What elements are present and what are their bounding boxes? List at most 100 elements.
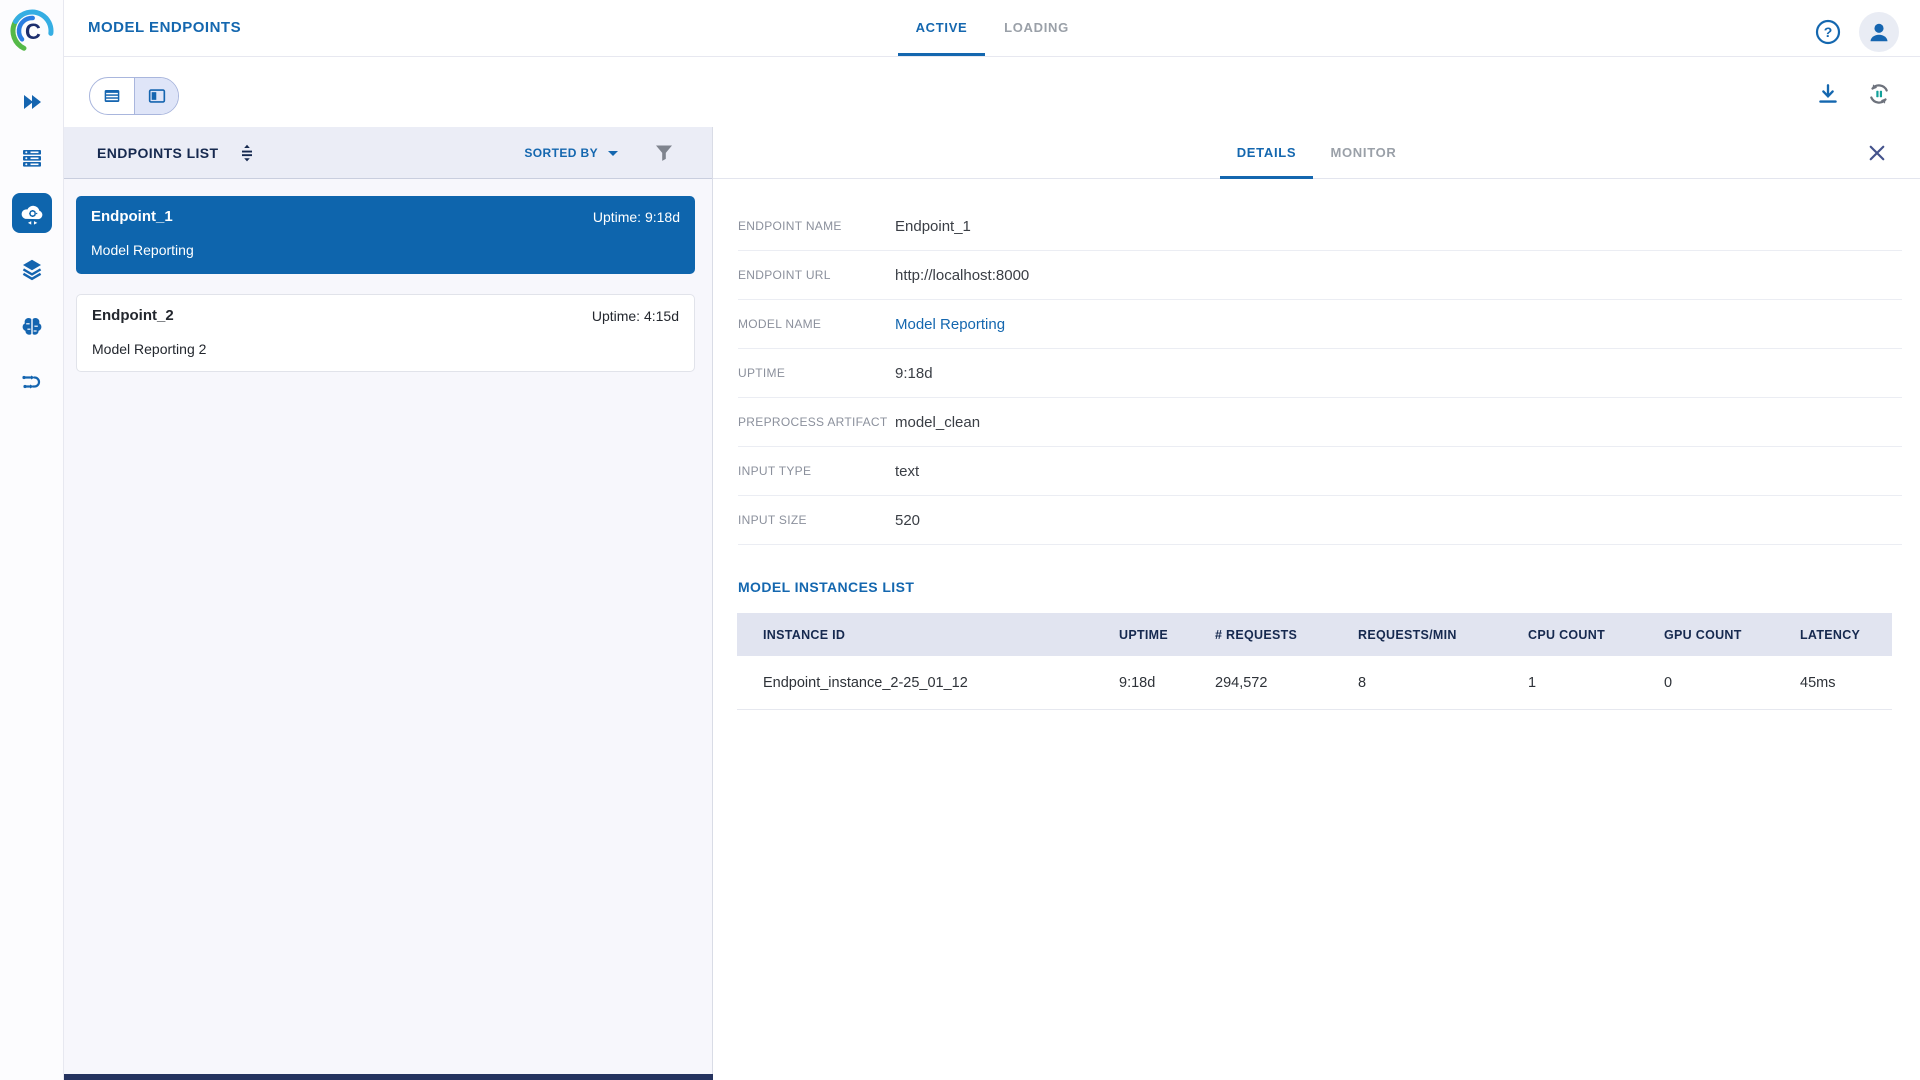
tab-details-label: DETAILS: [1237, 145, 1297, 160]
endpoint-card-2[interactable]: Endpoint_2 Uptime: 4:15d Model Reporting…: [76, 294, 695, 372]
col-instance-id: INSTANCE ID: [737, 628, 1119, 642]
download-icon: [1814, 80, 1842, 108]
endpoint-uptime: Uptime: 9:18d: [593, 207, 680, 227]
tab-active-label: ACTIVE: [916, 20, 968, 35]
cell-cpu-count: 1: [1528, 675, 1664, 691]
sidebar-item-layers[interactable]: [12, 249, 52, 289]
field-value: 9:18d: [895, 365, 933, 382]
cloud-gear-endpoints-icon: [19, 200, 46, 227]
fast-forward-icon: [20, 90, 44, 114]
col-requests: # REQUESTS: [1215, 628, 1358, 642]
sidebar-item-endpoints[interactable]: [12, 193, 52, 233]
cnvrg-logo-icon: C: [9, 8, 55, 54]
sidebar-item-flows[interactable]: [12, 362, 52, 402]
cell-gpu-count: 0: [1664, 675, 1800, 691]
tab-monitor[interactable]: MONITOR: [1317, 127, 1410, 179]
model-name-link[interactable]: Model Reporting: [895, 316, 1005, 333]
user-avatar-icon: [1866, 19, 1892, 45]
split-view-button[interactable]: [134, 78, 178, 114]
chevron-down-icon: [608, 151, 618, 156]
tab-loading[interactable]: LOADING: [993, 0, 1080, 56]
auto-refresh-pause-icon: [1865, 80, 1893, 108]
sidebar-item-models[interactable]: [12, 306, 52, 346]
field-value: model_clean: [895, 414, 980, 431]
field-label: ENDPOINT NAME: [738, 219, 895, 233]
svg-text:C: C: [25, 19, 41, 44]
tab-details[interactable]: DETAILS: [1220, 127, 1313, 179]
col-uptime: UPTIME: [1119, 628, 1215, 642]
download-button[interactable]: [1814, 80, 1842, 108]
sort-icon: [235, 141, 259, 165]
page-title: MODEL ENDPOINTS: [88, 0, 241, 56]
svg-text:?: ?: [1824, 24, 1833, 40]
left-icon-rail: C: [0, 0, 64, 1080]
user-menu-button[interactable]: [1859, 12, 1899, 52]
filter-funnel-icon: [652, 141, 676, 165]
tab-monitor-label: MONITOR: [1330, 145, 1396, 160]
brain-icon: [20, 314, 44, 338]
field-value: 520: [895, 512, 920, 529]
endpoint-card-1[interactable]: Endpoint_1 Uptime: 9:18d Model Reporting: [76, 196, 695, 274]
sorted-by-label: SORTED BY: [524, 146, 598, 160]
field-value: Endpoint_1: [895, 218, 971, 235]
auto-refresh-button[interactable]: [1865, 80, 1893, 108]
tab-details-underline: [1220, 176, 1313, 179]
field-model-name: MODEL NAME Model Reporting: [738, 300, 1902, 349]
endpoints-list-title: ENDPOINTS LIST: [97, 145, 219, 161]
model-endpoints-screen: C: [0, 0, 1920, 1080]
col-latency: LATENCY: [1800, 628, 1892, 642]
cnvrg-logo[interactable]: C: [9, 8, 55, 54]
cell-instance-id: Endpoint_instance_2-25_01_12: [737, 675, 1119, 691]
help-button[interactable]: ?: [1812, 16, 1844, 48]
field-label: MODEL NAME: [738, 317, 895, 331]
details-fields: ENDPOINT NAME Endpoint_1 ENDPOINT URL ht…: [713, 202, 1920, 545]
details-tab-bar: DETAILS MONITOR: [713, 127, 1920, 179]
endpoints-list-panel: ENDPOINTS LIST SORTED BY: [64, 127, 713, 1080]
list-panel-scrollbar[interactable]: [0, 1074, 713, 1080]
view-toggle: [89, 77, 179, 115]
cell-latency: 45ms: [1800, 675, 1892, 691]
sidebar-item-datasets[interactable]: [12, 138, 52, 178]
tab-active-underline: [898, 53, 985, 56]
flow-pipeline-icon: [20, 370, 44, 394]
tab-loading-label: LOADING: [1004, 20, 1069, 35]
close-icon: [1864, 140, 1890, 166]
field-label: INPUT SIZE: [738, 513, 895, 527]
field-label: ENDPOINT URL: [738, 268, 895, 282]
field-endpoint-name: ENDPOINT NAME Endpoint_1: [738, 202, 1902, 251]
model-instances-heading: MODEL INSTANCES LIST: [738, 575, 914, 599]
toolbar: [64, 57, 1920, 127]
sidebar-item-quickstart[interactable]: [12, 82, 52, 122]
field-endpoint-url: ENDPOINT URL http://localhost:8000: [738, 251, 1902, 300]
col-cpu-count: CPU COUNT: [1528, 628, 1664, 642]
tab-active[interactable]: ACTIVE: [898, 0, 985, 56]
details-panel: DETAILS MONITOR ENDPOINT NAME Endpoint_1…: [713, 127, 1920, 1080]
model-instances-table: INSTANCE ID UPTIME # REQUESTS REQUESTS/M…: [737, 613, 1892, 710]
filter-button[interactable]: [652, 141, 676, 165]
cell-uptime: 9:18d: [1119, 675, 1215, 691]
sorted-by-dropdown[interactable]: SORTED BY: [524, 146, 618, 160]
split-view-icon: [146, 85, 168, 107]
endpoint-uptime: Uptime: 4:15d: [592, 306, 679, 326]
cell-requests: 294,572: [1215, 675, 1358, 691]
field-input-size: INPUT SIZE 520: [738, 496, 1902, 545]
sort-button[interactable]: [235, 141, 259, 165]
endpoint-model: Model Reporting: [91, 240, 680, 260]
endpoint-name: Endpoint_2: [92, 306, 174, 326]
field-uptime: UPTIME 9:18d: [738, 349, 1902, 398]
instances-table-header: INSTANCE ID UPTIME # REQUESTS REQUESTS/M…: [737, 613, 1892, 656]
field-value: http://localhost:8000: [895, 267, 1029, 284]
field-input-type: INPUT TYPE text: [738, 447, 1902, 496]
close-details-button[interactable]: [1864, 140, 1890, 166]
cell-requests-min: 8: [1358, 675, 1528, 691]
field-label: PREPROCESS ARTIFACT: [738, 415, 895, 429]
table-view-icon: [101, 85, 123, 107]
help-icon: ?: [1812, 16, 1844, 48]
field-preprocess-artifact: PREPROCESS ARTIFACT model_clean: [738, 398, 1902, 447]
table-row[interactable]: Endpoint_instance_2-25_01_12 9:18d 294,5…: [737, 656, 1892, 710]
table-view-button[interactable]: [90, 78, 134, 114]
field-label: UPTIME: [738, 366, 895, 380]
layers-icon: [20, 257, 44, 281]
col-gpu-count: GPU COUNT: [1664, 628, 1800, 642]
top-bar: MODEL ENDPOINTS ACTIVE LOADING ?: [64, 0, 1920, 57]
